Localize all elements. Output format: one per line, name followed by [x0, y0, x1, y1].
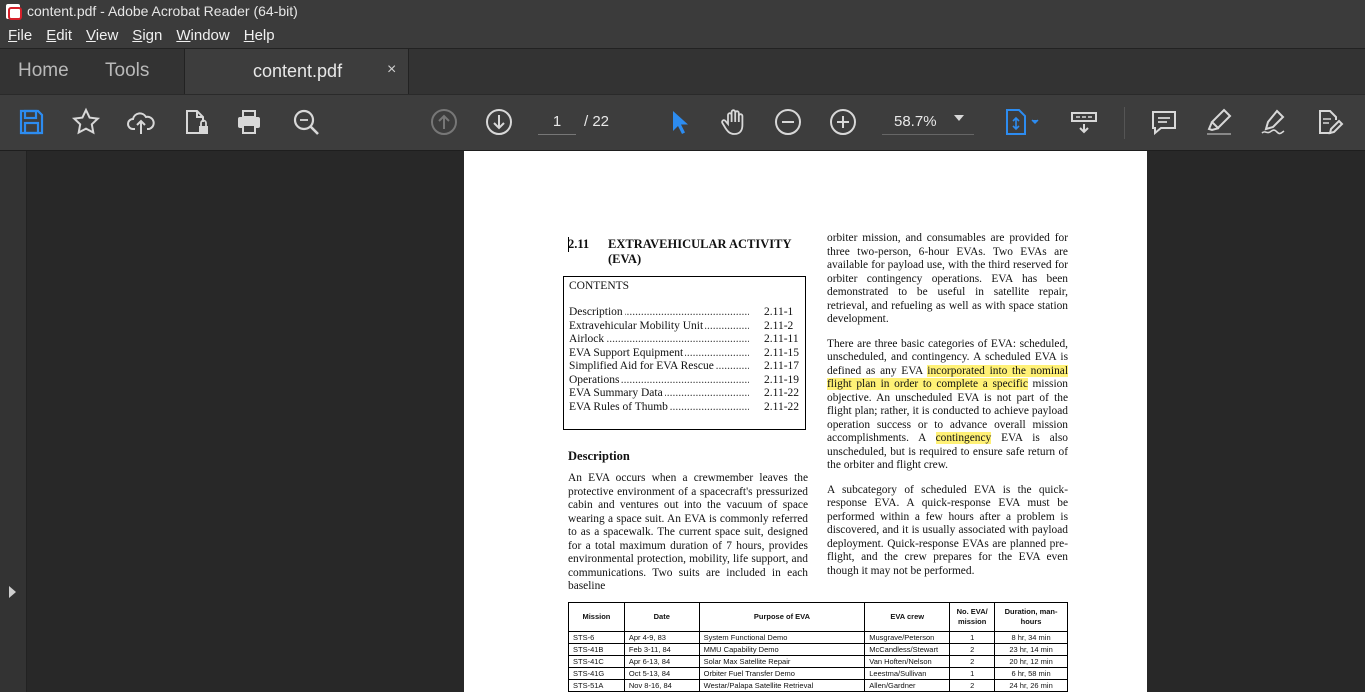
tab-home[interactable]: Home	[18, 49, 69, 94]
column-header: Mission	[568, 602, 625, 632]
save-button[interactable]	[14, 105, 48, 139]
zoom-in-button[interactable]	[826, 105, 860, 139]
search-zoom-icon	[293, 109, 319, 135]
contents-heading: CONTENTS	[569, 280, 630, 292]
lock-file-icon	[186, 110, 208, 134]
highlight-pen-icon	[1207, 108, 1232, 135]
toc-entry[interactable]: Simplified Aid for EVA Rescue...........…	[569, 360, 801, 374]
zoom-in-icon	[830, 109, 856, 135]
menu-bar: File Edit View Sign Window Help	[0, 22, 1365, 48]
page-down-icon	[486, 109, 512, 135]
acrobat-logo-icon	[6, 3, 22, 20]
protect-file-button[interactable]	[179, 105, 213, 139]
text-cursor	[568, 237, 569, 252]
eva-summary-table: Mission Date Purpose of EVA EVA crew No.…	[568, 602, 1068, 692]
menu-window[interactable]: Window	[176, 27, 229, 44]
menu-file[interactable]: File	[8, 27, 32, 44]
sign-icon	[1261, 109, 1285, 135]
fit-page-icon	[1006, 109, 1039, 135]
scroll-mode-button[interactable]	[1067, 105, 1101, 139]
toc-entry[interactable]: Airlock.................................…	[569, 333, 801, 347]
select-cursor-icon	[673, 111, 688, 134]
find-button[interactable]	[289, 105, 323, 139]
page-number-input[interactable]	[538, 109, 576, 135]
table-row: STS-41B Feb 3-11, 84 MMU Capability Demo Mc…	[568, 643, 1068, 656]
section-number: 2.11	[568, 237, 590, 251]
table-header-row: Mission Date Purpose of EVA EVA crew No.…	[568, 602, 1068, 632]
highlight-button[interactable]	[1202, 105, 1236, 139]
toc-list: Description.............................…	[569, 306, 801, 414]
right-column-text: orbiter mission, and consumables are pro…	[827, 232, 1068, 589]
contents-box: CONTENTS Description....................…	[563, 276, 806, 430]
chevron-down-icon	[954, 115, 964, 121]
tab-document-label: content.pdf	[253, 61, 343, 81]
save-icon	[19, 109, 44, 135]
hand-tool-button[interactable]	[717, 105, 751, 139]
zoom-out-button[interactable]	[771, 105, 805, 139]
paragraph: There are three basic categories of EVA:…	[827, 337, 1068, 471]
cloud-upload-icon	[127, 112, 155, 134]
toc-entry[interactable]: Extravehicular Mobility Unit............…	[569, 319, 801, 333]
menu-sign[interactable]: Sign	[132, 27, 162, 44]
table-row: STS-41C Apr 6-13, 84 Solar Max Satellite R…	[568, 655, 1068, 668]
section-title: EXTRAVEHICULAR ACTIVITY (EVA)	[608, 237, 792, 266]
toolbar: / 22 58.7%	[0, 94, 1365, 151]
bookmark-star-button[interactable]	[69, 105, 103, 139]
highlight-annotation[interactable]: contingency	[935, 432, 992, 444]
print-icon	[238, 110, 260, 134]
navigation-pane-collapsed	[0, 151, 27, 692]
toc-entry[interactable]: EVA Support Equipment...................…	[569, 346, 801, 360]
edit-tools-icon	[1319, 110, 1344, 135]
paragraph: An EVA occurs when a crewmember leaves t…	[568, 472, 808, 592]
column-header: Duration, man-hours	[994, 602, 1068, 632]
menu-view[interactable]: View	[86, 27, 118, 44]
scroll-mode-icon	[1071, 112, 1097, 134]
column-header: Purpose of EVA	[698, 602, 866, 632]
column-header: EVA crew	[864, 602, 951, 632]
paragraph: orbiter mission, and consumables are pro…	[827, 232, 1068, 325]
zoom-level-dropdown[interactable]: 58.7%	[882, 109, 974, 135]
page-fit-button[interactable]	[997, 105, 1045, 139]
window-title: content.pdf - Adobe Acrobat Reader (64-b…	[27, 3, 298, 19]
zoom-out-icon	[775, 109, 801, 135]
previous-page-button[interactable]	[427, 105, 461, 139]
menu-edit[interactable]: Edit	[46, 27, 72, 44]
comment-button[interactable]	[1147, 105, 1181, 139]
page-total: / 22	[584, 113, 610, 130]
column-header: No. EVA/ mission	[949, 602, 996, 632]
tab-tools[interactable]: Tools	[105, 49, 149, 94]
table-row: STS-6 Apr 4-9, 83 System Functional Demo Mu…	[568, 631, 1068, 644]
toc-entry[interactable]: EVA Rules of Thumb......................…	[569, 400, 801, 414]
toc-entry[interactable]: Description.............................…	[569, 306, 801, 320]
more-tools-button[interactable]	[1312, 105, 1346, 139]
star-icon	[71, 107, 101, 135]
toc-entry[interactable]: EVA Summary Data........................…	[569, 387, 801, 401]
close-tab-icon[interactable]: ×	[387, 61, 396, 79]
page-up-icon	[431, 109, 457, 135]
table-row: STS-41G Oct 5-13, 84 Orbiter Fuel Transfer…	[568, 667, 1068, 680]
left-column-text: An EVA occurs when a crewmember leaves t…	[568, 472, 808, 605]
table-row: STS-51A Nov 8-16, 84 Westar/Palapa Satelli…	[568, 679, 1068, 692]
column-header: Date	[623, 602, 700, 632]
toolbar-separator	[1124, 107, 1125, 139]
paragraph: A subcategory of scheduled EVA is the qu…	[827, 483, 1068, 577]
upload-cloud-button[interactable]	[124, 105, 158, 139]
title-bar: content.pdf - Adobe Acrobat Reader (64-b…	[0, 0, 1365, 22]
toc-entry[interactable]: Operations..............................…	[569, 373, 801, 387]
pdf-page[interactable]: 2.11 EXTRAVEHICULAR ACTIVITY (EVA) CONTE…	[464, 151, 1147, 692]
expand-panel-arrow-icon[interactable]	[9, 586, 16, 598]
next-page-button[interactable]	[482, 105, 516, 139]
print-button[interactable]	[232, 105, 266, 139]
hand-icon	[721, 109, 744, 135]
description-heading: Description	[568, 449, 630, 463]
menu-help[interactable]: Help	[244, 27, 275, 44]
tab-bar: Home Tools content.pdf ×	[0, 48, 1365, 95]
comment-icon	[1152, 111, 1176, 136]
fill-sign-button[interactable]	[1257, 105, 1291, 139]
zoom-level-value: 58.7%	[894, 113, 937, 130]
select-tool-button[interactable]	[662, 105, 696, 139]
tab-document[interactable]: content.pdf ×	[184, 49, 409, 95]
